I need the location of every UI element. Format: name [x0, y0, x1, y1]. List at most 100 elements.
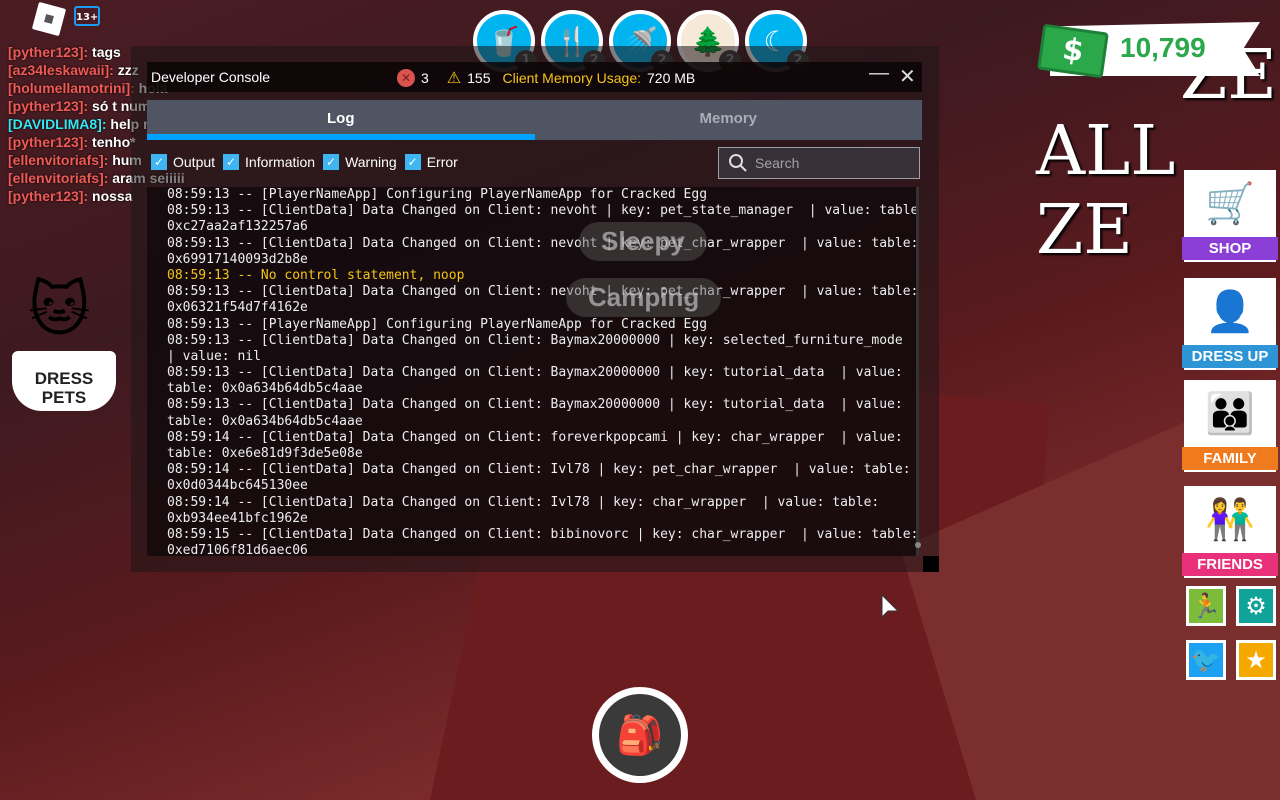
- close-button[interactable]: ✕: [899, 64, 916, 89]
- run-icon: 🏃: [1191, 592, 1221, 620]
- tab-log[interactable]: Log: [147, 100, 535, 140]
- tab-memory[interactable]: Memory: [535, 100, 923, 140]
- log-line: 08:59:13 -- [ClientData] Data Changed on…: [167, 203, 917, 219]
- log-line: table: 0x0a634b64db5c4aae: [167, 414, 917, 430]
- money-value: 10,799: [1120, 32, 1206, 63]
- checkbox-checked-icon[interactable]: ✓: [151, 154, 167, 170]
- chat-username[interactable]: [ellenvitoriafs]:: [8, 170, 108, 186]
- resize-handle[interactable]: [923, 556, 939, 572]
- log-line: 0x06321f54d7f4162e: [167, 300, 917, 316]
- console-titlebar[interactable]: Developer Console ✕ 3 ⚠ 155 Client Memor…: [147, 62, 922, 92]
- filter-error[interactable]: ✓ Error: [404, 154, 458, 170]
- age-rating-badge: 13+: [74, 6, 100, 26]
- console-tabs: Log Memory: [147, 100, 922, 140]
- log-text: 08:59:15 -- [ClientData] Data Changed on…: [167, 526, 917, 542]
- log-line: 0xc27aa2af132257a6: [167, 219, 917, 235]
- memory-value: 720 MB: [647, 70, 696, 86]
- filter-label: Warning: [345, 154, 397, 170]
- sidebar-dress-up-button[interactable]: 👤 DRESS UP: [1182, 278, 1278, 370]
- log-line: 08:59:13 -- [ClientData] Data Changed on…: [167, 397, 917, 413]
- chat-username[interactable]: [DAVIDLIMA8]:: [8, 116, 107, 132]
- minimize-button[interactable]: —: [869, 62, 889, 85]
- checkbox-checked-icon[interactable]: ✓: [323, 154, 340, 170]
- log-text: 0xb934ee41bfc1962e: [167, 510, 308, 526]
- chat-username[interactable]: [pyther123]:: [8, 44, 88, 60]
- filter-label: Output: [173, 154, 216, 170]
- chat-text: tenho*: [92, 134, 136, 150]
- sidebar-label: SHOP: [1182, 237, 1278, 260]
- twitter-icon: 🐦: [1191, 646, 1221, 674]
- log-line: 08:59:14 -- [ClientData] Data Changed on…: [167, 495, 917, 511]
- log-line: 0xed7106f81d6aec06: [167, 543, 917, 556]
- sidebar-label: FAMILY: [1182, 447, 1278, 470]
- log-line: table: 0x0a634b64db5c4aae: [167, 381, 917, 397]
- dress-pets-button[interactable]: 🐱 DRESS PETS: [10, 265, 118, 413]
- sidebar-shop-button[interactable]: 🛒 SHOP: [1182, 170, 1278, 262]
- scrollbar-thumb[interactable]: [915, 542, 921, 548]
- family-icon: 👪: [1205, 391, 1255, 437]
- log-text: 08:59:13 -- [PlayerNameApp] Configuring …: [167, 316, 708, 332]
- chat-username[interactable]: [pyther123]:: [8, 134, 88, 150]
- log-line: 0x0d0344bc645130ee: [167, 478, 917, 494]
- roblox-menu-button[interactable]: [31, 1, 67, 37]
- log-scrollbar[interactable]: [915, 187, 921, 556]
- log-text: 0xed7106f81d6aec06: [167, 543, 308, 556]
- log-text: table: 0x0a634b64db5c4aae: [167, 413, 363, 429]
- chat-username[interactable]: [pyther123]:: [8, 188, 88, 204]
- log-line: 08:59:13 -- [PlayerNameApp] Configuring …: [167, 187, 917, 203]
- chat-text: nossa: [92, 188, 133, 204]
- gear-icon: ⚙: [1245, 592, 1267, 620]
- dress-pets-label: DRESS PETS: [12, 351, 116, 411]
- log-line: 08:59:13 -- [PlayerNameApp] Configuring …: [167, 317, 917, 333]
- filter-warning[interactable]: ✓ Warning: [323, 154, 397, 170]
- log-text: 08:59:13 -- [ClientData] Data Changed on…: [167, 284, 917, 300]
- log-text: 08:59:14 -- [ClientData] Data Changed on…: [167, 462, 911, 478]
- backpack-button[interactable]: 🎒: [592, 687, 688, 783]
- filter-information[interactable]: ✓ Information: [223, 154, 315, 170]
- log-line: ⚠08:59:13 -- No control statement, noop: [167, 268, 917, 284]
- log-filters: ✓ Output ✓ Information ✓ Warning ✓ Error: [151, 154, 460, 170]
- log-text: table: 0x0a634b64db5c4aae: [167, 381, 363, 397]
- log-text: | value: nil: [167, 348, 261, 364]
- log-line: 08:59:15 -- [ClientData] Data Changed on…: [167, 527, 917, 543]
- checkbox-checked-icon[interactable]: ✓: [223, 154, 240, 170]
- filter-label: Information: [245, 154, 316, 170]
- log-text: table: 0xe6e81d9f3de5e08e: [167, 446, 363, 461]
- backpack-icon: 🎒: [599, 694, 681, 776]
- checkbox-checked-icon[interactable]: ✓: [404, 154, 421, 170]
- log-text: 08:59:13 -- [ClientData] Data Changed on…: [167, 397, 903, 413]
- search-box[interactable]: [718, 147, 920, 179]
- log-line: 0x69917140093d2b8e: [167, 252, 917, 268]
- error-icon: ✕: [397, 69, 415, 87]
- sidebar-friends-button[interactable]: 👫 FRIENDS: [1182, 486, 1278, 578]
- chat-username[interactable]: [pyther123]:: [8, 98, 88, 114]
- log-line: 08:59:13 -- [ClientData] Data Changed on…: [167, 333, 917, 349]
- memory-label: Client Memory Usage:: [502, 70, 642, 86]
- sidebar-family-button[interactable]: 👪 FAMILY: [1182, 380, 1278, 472]
- log-text: 0x69917140093d2b8e: [167, 251, 308, 267]
- log-text: 0x06321f54d7f4162e: [167, 300, 308, 316]
- log-text: 0x0d0344bc645130ee: [167, 478, 308, 494]
- log-text: 08:59:13 -- [ClientData] Data Changed on…: [167, 365, 903, 381]
- search-input[interactable]: [755, 155, 905, 171]
- filter-label: Error: [426, 154, 458, 170]
- chat-username[interactable]: [holumellamotrini]:: [8, 80, 135, 96]
- log-line: table: 0xe6e81d9f3de5e08e: [167, 446, 917, 462]
- chat-username[interactable]: [ellenvitoriafs]:: [8, 152, 108, 168]
- console-title: Developer Console: [151, 69, 271, 85]
- chat-username[interactable]: [az34leskawaii]:: [8, 62, 114, 78]
- log-text: 08:59:13 -- [PlayerNameApp] Configuring …: [167, 187, 708, 202]
- sidebar-label: DRESS UP: [1182, 345, 1278, 368]
- dollar-bill-icon: $: [1037, 23, 1109, 79]
- search-icon: [729, 154, 747, 172]
- star-button[interactable]: ★: [1236, 640, 1276, 680]
- gear-button[interactable]: ⚙: [1236, 586, 1276, 626]
- log-line: 0xb934ee41bfc1962e: [167, 511, 917, 527]
- filter-output[interactable]: ✓ Output: [151, 154, 215, 170]
- twitter-button[interactable]: 🐦: [1186, 640, 1226, 680]
- mouse-cursor-icon: [881, 593, 900, 619]
- log-text: 08:59:13 -- [ClientData] Data Changed on…: [167, 235, 917, 251]
- friends-icon: 👫: [1205, 497, 1255, 543]
- run-button[interactable]: 🏃: [1186, 586, 1226, 626]
- log-output: 08:59:13 -- [PlayerNameApp] Configuring …: [147, 187, 917, 556]
